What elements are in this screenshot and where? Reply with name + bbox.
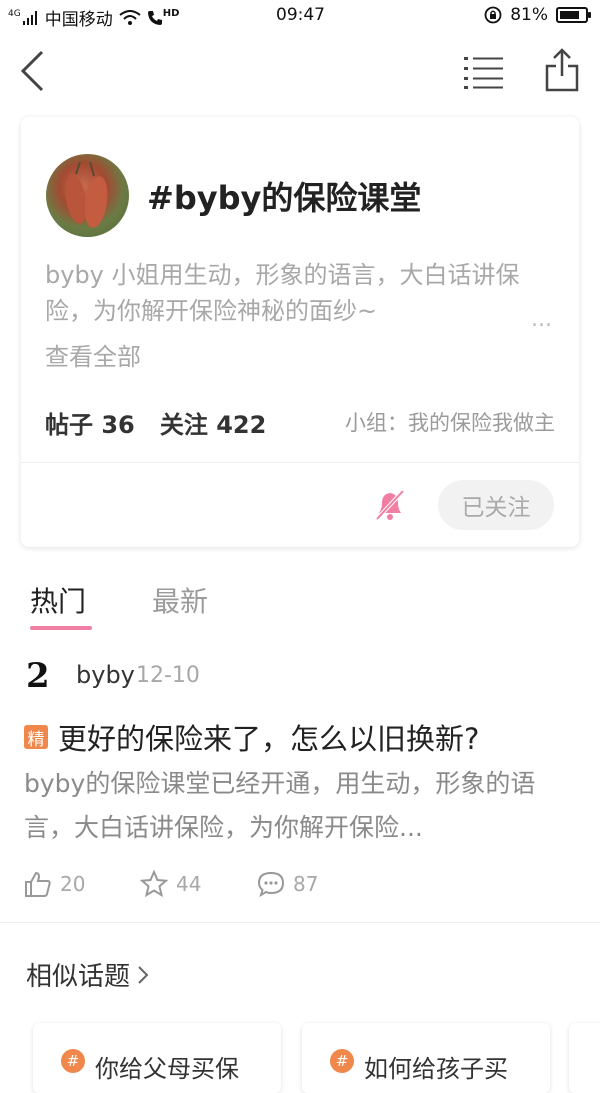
- followed-button[interactable]: 已关注: [438, 480, 554, 530]
- wifi-icon: [119, 9, 141, 25]
- followers-label: 关注: [159, 411, 208, 439]
- battery-percent: 81%: [510, 5, 548, 25]
- share-icon[interactable]: [545, 48, 579, 92]
- status-left: 4G 中国移动 HD: [8, 5, 179, 30]
- featured-badge: 精: [24, 725, 48, 750]
- carrier-name: 中国移动: [44, 10, 113, 30]
- post-title[interactable]: 更好的保险来了，怎么以旧换新?: [58, 716, 479, 758]
- status-bar: 4G 中国移动 HD 09:47 81%: [0, 0, 600, 32]
- thumbs-up-icon: [25, 871, 51, 897]
- see-all-link[interactable]: 查看全部: [45, 337, 141, 372]
- comment-icon: [257, 871, 285, 898]
- like-count: 20: [60, 872, 86, 896]
- hashtag-icon: #: [61, 1049, 85, 1073]
- post-excerpt[interactable]: byby的保险课堂已经开通，用生动，形象的语言，大白话讲保险，为你解开保险...: [24, 762, 564, 850]
- star-icon: [140, 870, 168, 898]
- comment-count: 87: [293, 872, 319, 896]
- battery-icon: [556, 7, 591, 23]
- topic-card: #byby的保险课堂 byby 小姐用生动，形象的语言，大白话讲保险，为你解开保…: [21, 117, 579, 547]
- topic-avatar-image: [65, 161, 108, 228]
- favorite-action[interactable]: 44: [140, 870, 201, 898]
- section-divider: [0, 922, 600, 923]
- posts-label: 帖子: [45, 411, 93, 439]
- group-link[interactable]: 小组：我的保险我做主: [345, 407, 555, 437]
- post-title-row[interactable]: 精 更好的保险来了，怎么以旧换新?: [24, 716, 479, 758]
- comment-action[interactable]: 87: [257, 870, 318, 898]
- topic-description: byby 小姐用生动，形象的语言，大白话讲保险，为你解开保险神秘的面纱~: [45, 261, 520, 325]
- chevron-right-icon: [138, 965, 149, 984]
- hashtag-icon: #: [330, 1049, 354, 1073]
- similar-topics-link[interactable]: 相似话题: [26, 956, 150, 993]
- similar-topics-title: 相似话题: [26, 962, 131, 992]
- post-avatar[interactable]: 2: [26, 656, 56, 696]
- like-action[interactable]: 20: [24, 870, 85, 898]
- network-type: 4G: [8, 8, 21, 19]
- status-time: 09:47: [276, 5, 325, 25]
- list-icon[interactable]: [464, 55, 504, 89]
- card-divider: [21, 462, 579, 463]
- post-username[interactable]: byby: [76, 661, 135, 689]
- followers-count: 422: [216, 411, 267, 439]
- back-arrow-icon[interactable]: [20, 50, 44, 92]
- active-tab-indicator: [30, 626, 92, 630]
- similar-topic-card[interactable]: # 如何给孩子买: [302, 1023, 550, 1093]
- topic-avatar: [46, 154, 129, 237]
- posts-count: 36: [101, 411, 135, 439]
- topic-title: #byby的保险课堂: [147, 179, 422, 217]
- rotation-lock-icon: [484, 6, 502, 24]
- topic-stats: 帖子 36 关注 422: [45, 405, 266, 440]
- mute-bell-icon[interactable]: [373, 487, 407, 523]
- battery-fill: [560, 11, 580, 19]
- call-icon: [147, 10, 162, 25]
- status-right: 81%: [484, 5, 591, 25]
- signal-icon: [22, 10, 37, 25]
- tab-hot[interactable]: 热门: [30, 580, 86, 620]
- similar-topic-card-partial[interactable]: [569, 1023, 600, 1093]
- more-ellipsis[interactable]: ...: [531, 307, 552, 332]
- post-date: 12-10: [136, 663, 200, 688]
- similar-topic-card[interactable]: # 你给父母买保: [33, 1023, 281, 1093]
- tab-latest[interactable]: 最新: [152, 580, 208, 620]
- hd-label: HD: [162, 8, 180, 19]
- favorite-count: 44: [176, 872, 202, 896]
